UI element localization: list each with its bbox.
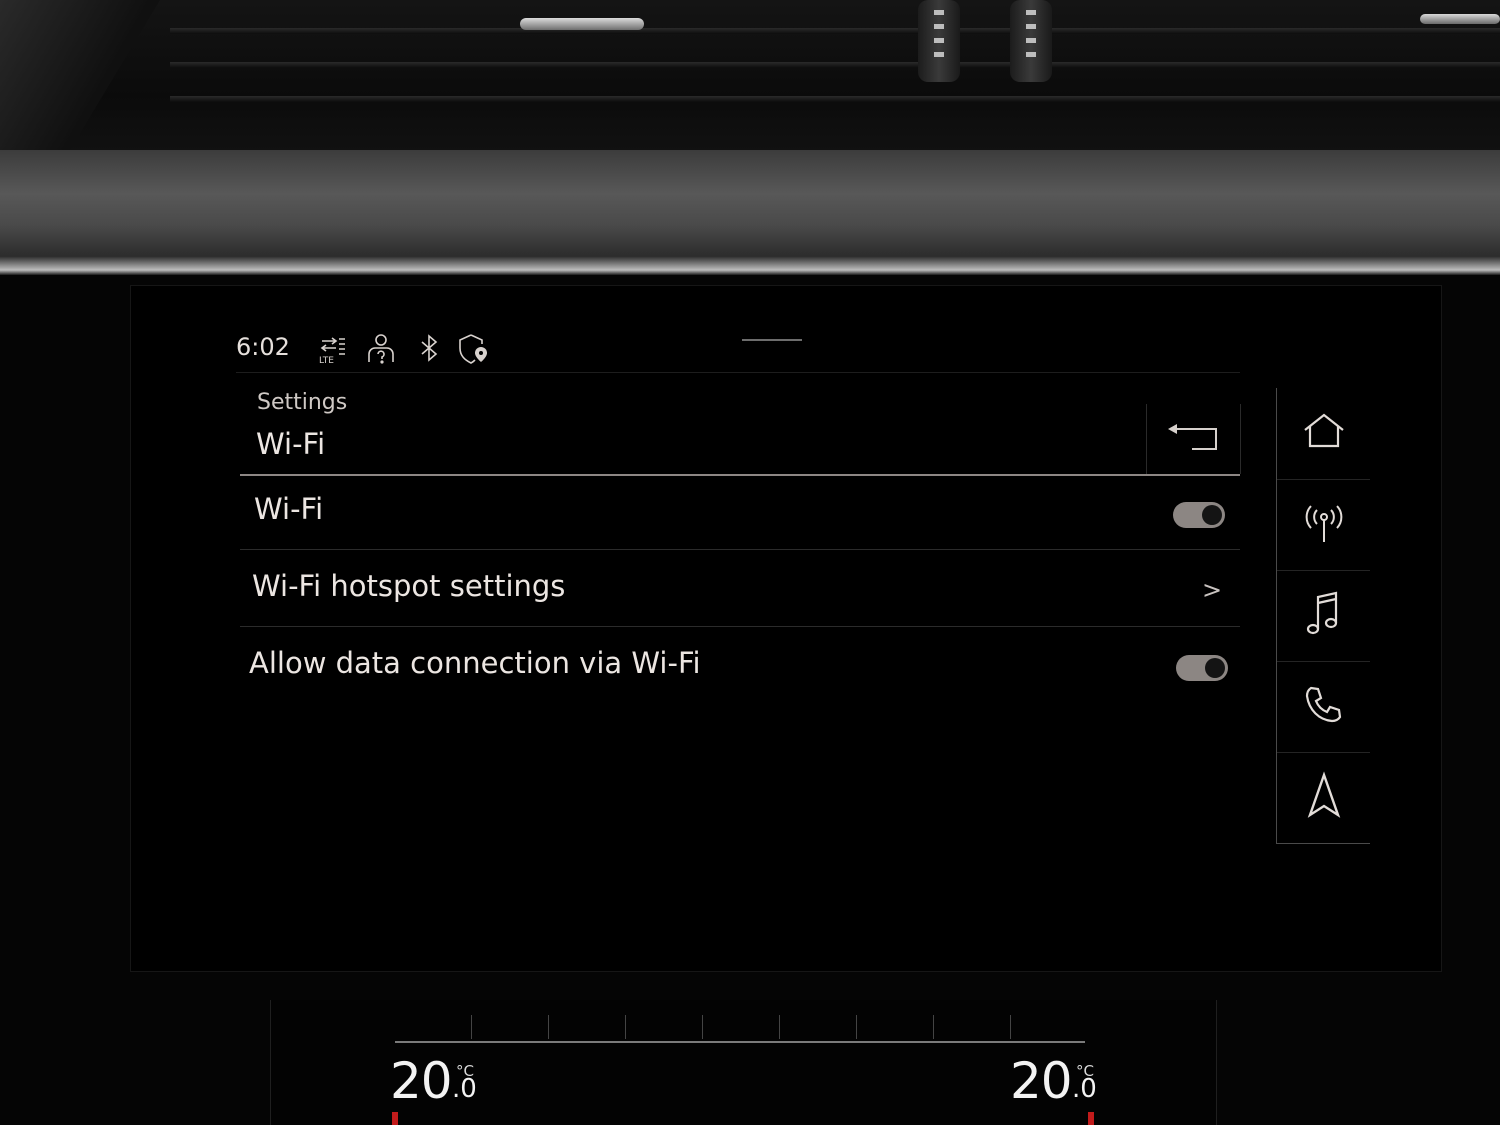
right-heat-indicator [1088,1112,1094,1125]
svg-text:LTE: LTE [319,356,334,366]
vent-knob [1010,0,1052,82]
radio-button[interactable] [1276,479,1370,571]
vent-frame [0,0,160,160]
right-temperature-decimal: .0 [1072,1074,1097,1104]
status-bar: 6:02 LTE [236,328,1196,372]
toggle-knob [1202,505,1222,525]
vent-slat [170,62,1500,68]
user-profile-icon [364,332,398,366]
phone-icon [1301,682,1347,732]
side-rail [1276,388,1370,848]
page-title: Wi-Fi [256,427,326,461]
setting-row-hotspot[interactable]: Wi-Fi hotspot settings > [240,555,1240,630]
setting-row-data-connection[interactable]: Allow data connection via Wi-Fi [240,632,1240,707]
navigation-button[interactable] [1276,752,1370,844]
setting-label: Wi-Fi [254,492,324,526]
back-arrow-icon [1166,421,1222,457]
phone-button[interactable] [1276,661,1370,753]
home-button[interactable] [1276,388,1370,480]
back-button[interactable] [1146,404,1241,474]
breadcrumb[interactable]: Settings [257,390,347,415]
air-vent-area [0,0,1500,160]
right-temperature[interactable]: 20 [1010,1052,1073,1110]
chevron-right-icon: > [1202,576,1223,604]
navigation-icon [1301,770,1347,825]
vent-handle [1420,14,1500,24]
left-temperature[interactable]: 20 [390,1052,453,1110]
shield-location-icon [456,332,490,366]
status-divider [236,372,1240,373]
left-heat-indicator [392,1112,398,1125]
setting-label: Allow data connection via Wi-Fi [249,646,701,680]
wifi-toggle[interactable] [1173,502,1225,528]
radio-icon [1301,500,1347,550]
media-button[interactable] [1276,570,1370,662]
climate-controls-bar[interactable] [395,1015,1085,1043]
toggle-knob [1205,658,1225,678]
home-icon [1301,412,1347,456]
vent-knob [918,0,960,82]
setting-label: Wi-Fi hotspot settings [252,569,566,603]
status-clock: 6:02 [236,333,290,361]
row-divider [240,626,1240,627]
vent-slat [170,28,1500,34]
left-temperature-decimal: .0 [452,1074,477,1104]
vent-slat [170,96,1500,102]
music-icon [1301,589,1347,643]
data-connection-toggle[interactable] [1176,655,1228,681]
dashboard-trim [0,150,1500,275]
pull-down-handle[interactable] [742,339,802,341]
header-underline [240,474,1240,476]
setting-row-wifi[interactable]: Wi-Fi [240,478,1240,553]
bluetooth-icon [412,332,446,366]
vent-handle [520,18,644,30]
row-divider [240,549,1240,550]
lte-data-icon: LTE [316,332,350,366]
